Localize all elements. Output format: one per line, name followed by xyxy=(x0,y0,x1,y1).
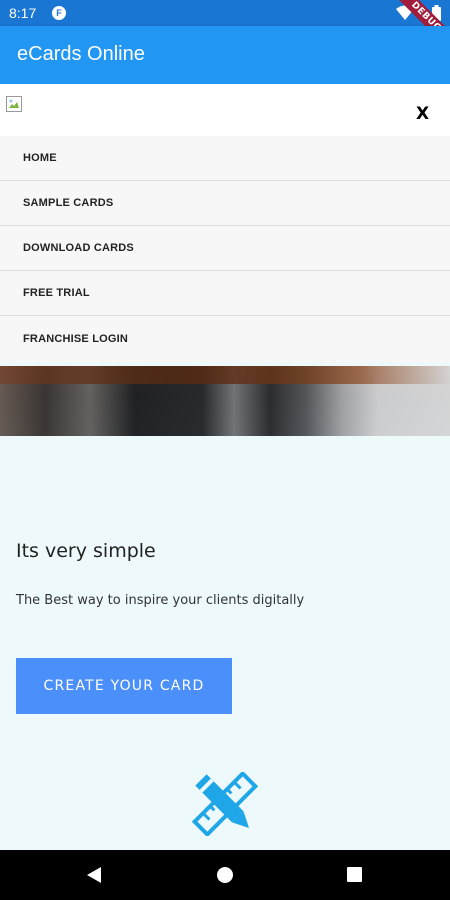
home-icon[interactable] xyxy=(217,867,233,883)
back-icon[interactable] xyxy=(86,866,102,884)
app-title: eCards Online xyxy=(17,43,145,65)
menu-item-free-trial[interactable]: FREE TRIAL xyxy=(0,271,450,316)
menu-item-home[interactable]: HOME xyxy=(0,136,450,181)
broken-image-icon xyxy=(6,96,22,112)
hero-subtext: The Best way to inspire your clients dig… xyxy=(16,593,305,608)
nav-menu: HOME SAMPLE CARDS DOWNLOAD CARDS FREE TR… xyxy=(0,136,450,362)
create-card-button[interactable]: CREATE YOUR CARD xyxy=(16,658,232,714)
flutter-app-icon: F xyxy=(52,6,66,20)
web-header xyxy=(0,84,450,136)
app-bar: eCards Online xyxy=(0,26,450,84)
status-bar: 8:17 F DEBUG xyxy=(0,0,450,58)
close-menu-button[interactable]: X xyxy=(416,104,429,124)
menu-item-franchise-login[interactable]: FRANCHISE LOGIN xyxy=(0,316,450,362)
hero-image xyxy=(0,366,450,436)
pencil-ruler-icon xyxy=(192,772,258,836)
hero-heading: Its very simple xyxy=(16,540,156,562)
menu-item-sample-cards[interactable]: SAMPLE CARDS xyxy=(0,181,450,226)
recents-icon[interactable] xyxy=(347,867,362,882)
menu-item-download-cards[interactable]: DOWNLOAD CARDS xyxy=(0,226,450,271)
status-time: 8:17 xyxy=(9,5,37,21)
